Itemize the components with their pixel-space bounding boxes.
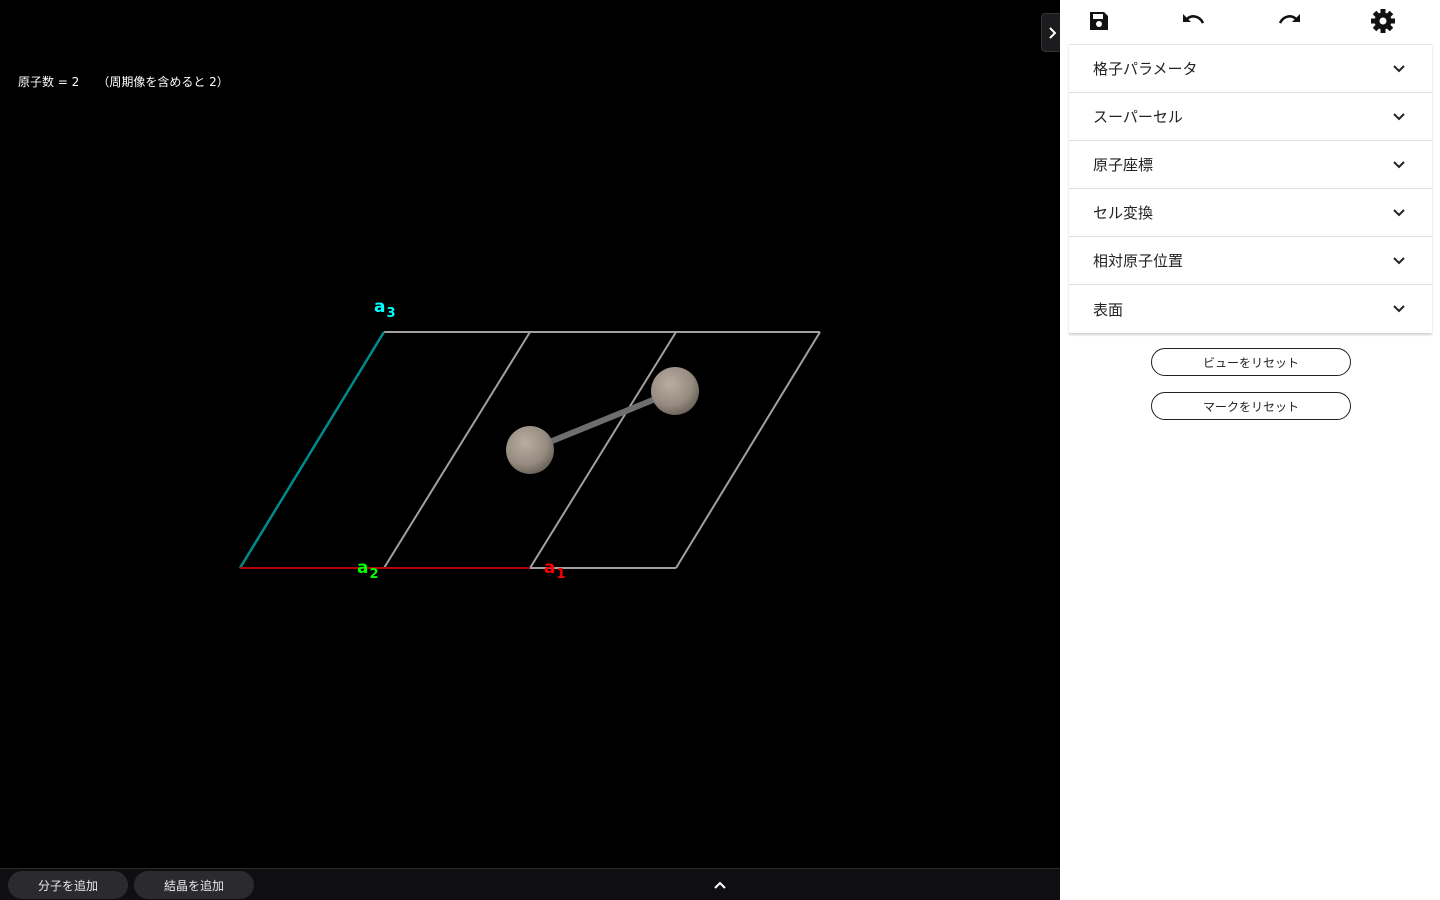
section-cell-transform[interactable]: セル変換 [1069, 189, 1432, 237]
toolbar [1060, 0, 1440, 44]
section-atom-coordinates[interactable]: 原子座標 [1069, 141, 1432, 189]
section-label: 格子パラメータ [1093, 60, 1198, 78]
reset-view-button[interactable]: ビューをリセット [1151, 348, 1351, 376]
section-label: 原子座標 [1093, 156, 1154, 174]
section-lattice-parameters[interactable]: 格子パラメータ [1069, 45, 1432, 93]
chevron-down-icon [1392, 158, 1406, 172]
chevron-down-icon [1392, 110, 1406, 124]
section-label: セル変換 [1093, 204, 1154, 222]
add-molecule-button[interactable]: 分子を追加 [8, 871, 128, 899]
cell-edge-slant-3 [675, 331, 821, 569]
side-panel: 格子パラメータ スーパーセル 原子座標 セル変換 相対原子位置 表面 ビューをリ… [1060, 0, 1440, 900]
atom-count-text: 原子数 = 2 （周期像を含めると 2） [18, 75, 229, 89]
section-surface[interactable]: 表面 [1069, 285, 1432, 333]
settings-button[interactable] [1368, 6, 1398, 36]
save-icon [1090, 12, 1108, 30]
section-supercell[interactable]: スーパーセル [1069, 93, 1432, 141]
axis-a3-line [238, 331, 386, 569]
redo-button[interactable] [1274, 6, 1304, 36]
section-label: 相対原子位置 [1093, 252, 1184, 270]
structure-viewer[interactable]: a3 a2 a1 原子数 = 2 （周期像を含めると 2） [0, 0, 1060, 868]
axis-label-a3: a3 [374, 297, 396, 321]
panel-collapse-button[interactable] [1041, 13, 1062, 52]
chevron-down-icon [1392, 62, 1406, 76]
undo-icon [1183, 14, 1205, 24]
section-label: 表面 [1093, 300, 1124, 319]
chevron-right-icon [1048, 26, 1056, 39]
undo-button[interactable] [1179, 6, 1209, 36]
save-button[interactable] [1084, 6, 1114, 36]
chevron-down-icon [1392, 254, 1406, 268]
axis-label-a1: a1 [544, 558, 566, 582]
reset-marks-button[interactable]: マークをリセット [1151, 392, 1351, 420]
chevron-up-icon[interactable] [710, 877, 730, 893]
crystal-scene[interactable]: a3 a2 a1 [0, 0, 1060, 868]
axis-label-a2: a2 [357, 558, 379, 582]
chevron-down-icon [1392, 302, 1406, 316]
atom-1[interactable] [506, 426, 554, 474]
chevron-down-icon [1392, 206, 1406, 220]
section-relative-atom-position[interactable]: 相対原子位置 [1069, 237, 1432, 285]
section-label: スーパーセル [1093, 108, 1183, 126]
atom-2[interactable] [651, 367, 699, 415]
settings-accordion: 格子パラメータ スーパーセル 原子座標 セル変換 相対原子位置 表面 [1069, 44, 1432, 333]
gear-icon [1371, 9, 1395, 33]
bottom-bar: 分子を追加 結晶を追加 [0, 868, 1060, 900]
add-crystal-button[interactable]: 結晶を追加 [134, 871, 254, 899]
redo-icon [1278, 14, 1300, 24]
